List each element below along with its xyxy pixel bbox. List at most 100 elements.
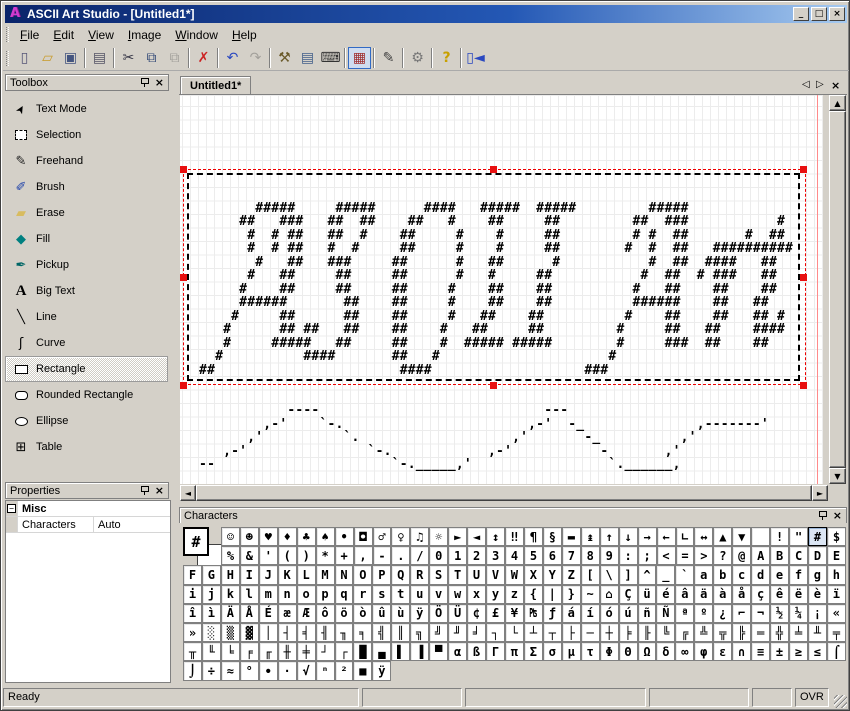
char-cell[interactable]: ← [657, 527, 676, 546]
char-cell[interactable]: w [448, 585, 467, 604]
char-cell[interactable]: ╞ [619, 623, 638, 642]
help-button[interactable]: ? [435, 47, 458, 69]
char-cell[interactable]: P [372, 565, 391, 584]
char-cell[interactable]: ♦ [278, 527, 297, 546]
tool-brush[interactable]: ✐Brush [5, 174, 168, 200]
print-button[interactable]: ▤ [88, 47, 111, 69]
horizontal-scrollbar-thumb[interactable] [196, 485, 812, 501]
char-cell[interactable]: ↨ [581, 527, 600, 546]
char-cell[interactable]: ± [770, 642, 789, 661]
char-cell[interactable]: φ [694, 642, 713, 661]
tool-table[interactable]: ⊞Table [5, 434, 168, 460]
char-cell[interactable]: Φ [600, 642, 619, 661]
char-cell[interactable]: à [713, 585, 732, 604]
char-cell[interactable]: → [638, 527, 657, 546]
char-cell[interactable]: K [278, 565, 297, 584]
char-cell[interactable]: £ [486, 604, 505, 623]
char-cell[interactable]: 3 [486, 546, 505, 565]
char-cell[interactable]: " [789, 527, 808, 546]
char-cell[interactable]: ╚ [656, 623, 675, 642]
char-cell[interactable]: : [619, 546, 638, 565]
char-cell[interactable]: 2 [467, 546, 486, 565]
char-cell[interactable]: ┐ [486, 623, 505, 642]
char-cell[interactable]: ∟ [676, 527, 695, 546]
wrench-options-button[interactable]: ⚙ [406, 47, 429, 69]
char-cell[interactable]: Y [543, 565, 562, 584]
char-cell[interactable]: ~ [581, 585, 600, 604]
char-cell[interactable]: ¬ [751, 604, 770, 623]
char-cell[interactable]: ╘ [221, 642, 240, 661]
char-cell[interactable]: \ [600, 565, 619, 584]
char-cell[interactable]: ┼ [600, 623, 619, 642]
char-cell[interactable]: ô [316, 604, 335, 623]
char-cell[interactable]: 6 [543, 546, 562, 565]
char-cell[interactable]: k [221, 585, 240, 604]
char-cell[interactable]: ↕ [486, 527, 505, 546]
char-cell[interactable]: V [486, 565, 505, 584]
menu-help[interactable]: Help [225, 26, 264, 44]
tool-pickup[interactable]: ✒Pickup [5, 252, 168, 278]
char-cell[interactable]: D [808, 546, 827, 565]
char-cell[interactable]: ╛ [467, 623, 486, 642]
char-cell[interactable]: ë [789, 585, 808, 604]
char-cell[interactable]: ₧ [524, 604, 543, 623]
menu-grip[interactable] [6, 27, 9, 42]
char-cell[interactable]: E [827, 546, 846, 565]
char-cell[interactable]: { [524, 585, 543, 604]
char-cell[interactable]: É [259, 604, 278, 623]
char-cell[interactable]: ░ [202, 623, 221, 642]
char-cell[interactable]: - [373, 546, 392, 565]
char-cell[interactable]: § [543, 527, 562, 546]
menu-view[interactable]: View [81, 26, 121, 44]
char-cell[interactable]: M [316, 565, 335, 584]
char-cell[interactable]: Θ [619, 642, 638, 661]
scroll-right-icon[interactable]: ► [812, 485, 828, 501]
selection-handle-sw[interactable] [180, 382, 187, 389]
close-icon[interactable]: × [155, 77, 164, 88]
char-cell[interactable]: û [372, 604, 391, 623]
char-cell[interactable]: 9 [600, 546, 619, 565]
char-cell[interactable]: ↔ [694, 527, 713, 546]
char-cell[interactable]: ¡ [808, 604, 827, 623]
tab-untitled1[interactable]: Untitled1* [180, 76, 251, 95]
tool-rectangle[interactable]: Rectangle [5, 356, 168, 382]
char-cell[interactable]: _ [656, 565, 675, 584]
selection-handle-n[interactable] [490, 166, 497, 173]
char-cell[interactable]: m [259, 585, 278, 604]
char-cell[interactable]: ‼ [505, 527, 524, 546]
char-cell[interactable]: Z [562, 565, 581, 584]
char-cell[interactable]: ╣ [372, 623, 391, 642]
char-cell[interactable]: » [183, 623, 202, 642]
char-cell[interactable]: ║ [391, 623, 410, 642]
open-button[interactable]: ▱ [36, 47, 59, 69]
property-row[interactable]: Characters Auto [6, 517, 170, 533]
pin-icon[interactable] [140, 485, 149, 496]
char-cell[interactable]: ç [751, 585, 770, 604]
char-cell[interactable]: L [297, 565, 316, 584]
char-cell[interactable]: / [410, 546, 429, 565]
char-cell[interactable]: ∙ [259, 661, 278, 680]
char-cell[interactable]: ╡ [297, 623, 316, 642]
char-cell[interactable]: ò [353, 604, 372, 623]
char-cell[interactable]: └ [505, 623, 524, 642]
selection-handle-nw[interactable] [180, 166, 187, 173]
char-cell[interactable]: ö [335, 604, 354, 623]
char-cell[interactable]: ♠ [316, 527, 335, 546]
char-cell[interactable]: ¥ [505, 604, 524, 623]
menu-edit[interactable]: Edit [46, 26, 81, 44]
scroll-left-icon[interactable]: ◄ [180, 485, 196, 501]
char-cell[interactable]: ï [827, 585, 846, 604]
char-cell[interactable]: ╗ [410, 623, 429, 642]
char-cell[interactable]: X [524, 565, 543, 584]
char-cell[interactable]: | [543, 585, 562, 604]
char-cell[interactable]: ♂ [373, 527, 392, 546]
char-cell[interactable]: N [335, 565, 354, 584]
selection-handle-ne[interactable] [800, 166, 807, 173]
char-cell[interactable]: ┌ [335, 642, 354, 661]
char-cell[interactable]: ╧ [789, 623, 808, 642]
char-cell[interactable]: F [183, 565, 202, 584]
char-cell[interactable]: S [429, 565, 448, 584]
char-cell[interactable]: ╔ [675, 623, 694, 642]
char-cell[interactable]: B [770, 546, 789, 565]
char-cell[interactable]: δ [656, 642, 675, 661]
